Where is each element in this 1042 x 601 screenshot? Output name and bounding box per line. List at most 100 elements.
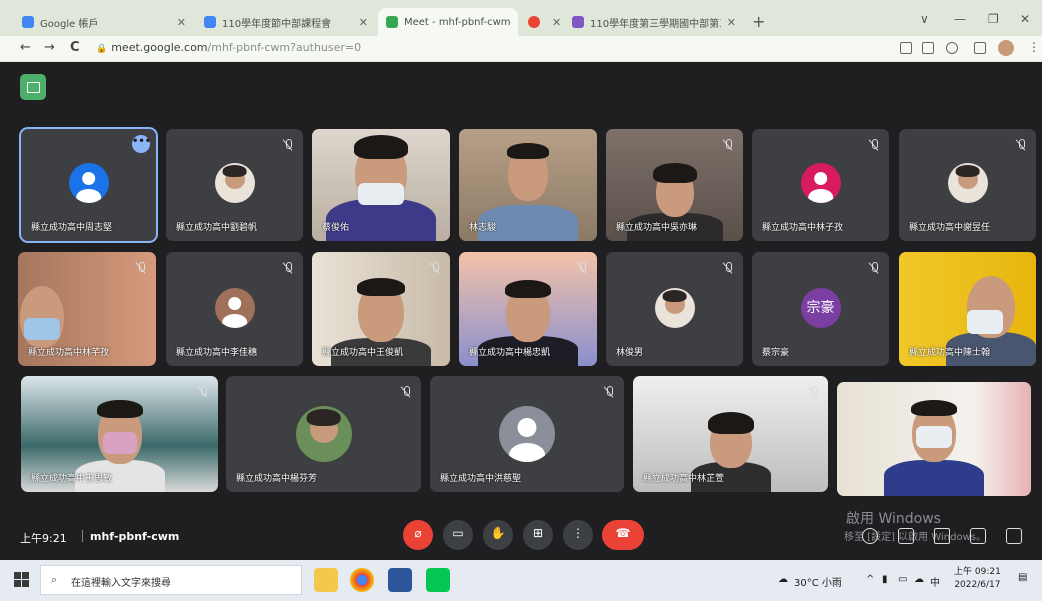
weather-icon[interactable]: ☁ [778, 574, 788, 585]
new-tab-button[interactable]: + [752, 12, 765, 31]
url-field[interactable]: 🔒 meet.google.com/mhf-pbnf-cwm?authuser=0 [96, 41, 361, 54]
line-icon[interactable] [426, 568, 450, 592]
show-hidden-icons[interactable]: ^ [866, 574, 874, 585]
camera-toggle-button[interactable]: ▭ [443, 520, 473, 550]
reload-button[interactable]: C [70, 40, 80, 55]
participant-tile[interactable]: 宗豪 蔡宗豪 [752, 252, 889, 366]
tab-meeting-sheet[interactable]: 110學年度第三學期國中部第三 ✕ [564, 8, 744, 36]
search-placeholder: 在這裡輸入文字來搜尋 [71, 578, 171, 589]
participant-tile[interactable]: 縣立成功高中楊忠凱 [459, 252, 597, 366]
camera-permission-icon[interactable] [900, 42, 912, 54]
forward-button[interactable]: → [44, 40, 55, 55]
close-tab-icon[interactable]: ✕ [359, 16, 368, 29]
taskbar-search-field[interactable]: ⌕ 在這裡輸入文字來搜尋 [40, 565, 302, 595]
participant-tile[interactable]: 縣立成功高中謝昱任 [899, 129, 1036, 241]
meeting-code: mhf-pbnf-cwm [90, 530, 180, 543]
mic-off-icon: ⌀ [414, 526, 422, 540]
avatar [214, 288, 255, 328]
share-icon[interactable] [922, 42, 934, 54]
raise-hand-button[interactable]: ✋ [483, 520, 513, 550]
bookmark-star-icon[interactable] [946, 42, 958, 54]
participant-name: 林志駿 [469, 223, 497, 233]
close-tab-icon[interactable]: ✕ [552, 16, 561, 29]
windows-start-icon[interactable] [14, 572, 30, 588]
avatar: 宗豪 [800, 288, 841, 328]
participant-name: 蔡宗豪 [762, 348, 790, 358]
meeting-details-icon[interactable] [20, 74, 46, 100]
present-button[interactable]: ⊞ [523, 520, 553, 550]
more-options-button[interactable]: ⋮ [563, 520, 593, 550]
participant-tile[interactable]: ••• 縣立成功高中周志堅 [19, 127, 158, 243]
participant-name: 縣立成功高中林芊孜 [28, 348, 110, 358]
camera-icon: ▭ [452, 526, 464, 540]
activities-icon[interactable] [970, 528, 986, 544]
more-vert-icon: ⋮ [572, 526, 584, 540]
back-button[interactable]: ← [20, 40, 31, 55]
tab-meet[interactable]: Meet - mhf-pbnf-cwm [378, 8, 518, 36]
profile-avatar[interactable] [998, 40, 1014, 56]
info-icon[interactable] [862, 528, 878, 544]
mic-toggle-button[interactable]: ⌀ [403, 520, 433, 550]
tab-course-doc[interactable]: 110學年度節中部課程會 ✕ [196, 8, 376, 36]
mic-off-icon [401, 386, 411, 398]
avatar [295, 406, 352, 462]
file-explorer-icon[interactable] [314, 568, 338, 592]
weather-status[interactable]: 30°C 小雨 [794, 574, 842, 589]
avatar [654, 288, 695, 328]
tab-title: Google 帳戶 [40, 18, 99, 30]
tab-search-icon[interactable]: ∨ [920, 12, 929, 26]
participant-tile[interactable]: 縣立成功高中劉碧帆 [166, 129, 303, 241]
tab-title: 110學年度節中部課程會 [222, 18, 332, 30]
chat-icon[interactable] [934, 528, 950, 544]
minimize-button[interactable]: — [954, 12, 966, 26]
google-favicon-icon [22, 16, 34, 28]
avatar [499, 406, 555, 462]
mic-tray-icon[interactable]: ▮ [882, 574, 888, 585]
participant-name: 縣立成功高中王思敏 [31, 474, 113, 484]
browser-menu-icon[interactable]: ⋮ [1028, 40, 1040, 54]
sidebar-icon[interactable] [974, 42, 986, 54]
participant-name: 林俊男 [616, 348, 644, 358]
cloud-icon[interactable]: ☁ [914, 574, 924, 585]
end-call-button[interactable]: ☎ [602, 520, 644, 550]
close-window-button[interactable]: ✕ [1020, 12, 1030, 26]
participant-tile[interactable]: 縣立成功高中林芊孜 [18, 252, 156, 366]
close-tab-icon[interactable]: ✕ [727, 16, 736, 29]
tab-recording[interactable]: ✕ [520, 8, 562, 36]
avatar [214, 163, 255, 203]
close-tab-icon[interactable]: ✕ [177, 16, 186, 29]
avatar [68, 163, 109, 203]
tab-google-account[interactable]: Google 帳戶 ✕ [14, 8, 194, 36]
maximize-button[interactable]: ❐ [988, 12, 999, 26]
participant-tile[interactable]: 林志駿 [459, 129, 597, 241]
ime-indicator[interactable]: 中 [930, 574, 940, 589]
tab-title: 110學年度第三學期國中部第三 [590, 18, 721, 30]
mic-off-icon [723, 139, 733, 151]
participant-tile[interactable]: 縣立成功高中王俊凱 [312, 252, 450, 366]
participant-tile[interactable]: 林俊男 [606, 252, 743, 366]
participant-tile[interactable] [837, 382, 1031, 496]
participant-tile[interactable]: 縣立成功高中吳亦琳 [606, 129, 743, 241]
participant-tile[interactable]: 縣立成功高中李佳穗 [166, 252, 303, 366]
participant-tile[interactable]: 縣立成功高中王思敏 [21, 376, 218, 492]
participant-name: 縣立成功高中李佳穗 [176, 348, 258, 358]
participant-tile[interactable]: 縣立成功高中楊芬芳 [226, 376, 421, 492]
notification-icon[interactable]: ▤ [1018, 572, 1027, 583]
participant-tile[interactable]: 縣立成功高中陳士翰 [899, 252, 1036, 366]
mic-off-icon [869, 262, 879, 274]
participant-name: 縣立成功高中吳亦琳 [616, 223, 698, 233]
participant-name: 縣立成功高中劉碧帆 [176, 223, 258, 233]
tray-time: 上午 09:21 [954, 567, 1001, 577]
people-icon[interactable] [898, 528, 914, 544]
network-icon[interactable]: ▭ [898, 574, 907, 585]
participant-tile[interactable]: 蔡俊佑 [312, 129, 450, 241]
participant-tile[interactable]: 縣立成功高中林芷萱 [633, 376, 828, 492]
word-icon[interactable] [388, 568, 412, 592]
chrome-icon[interactable] [350, 568, 374, 592]
participant-tile[interactable]: 縣立成功高中林子孜 [752, 129, 889, 241]
more-options-icon[interactable]: ••• [132, 135, 151, 153]
taskbar-clock[interactable]: 上午 09:21 2022/6/17 [954, 566, 1001, 592]
participant-tile[interactable]: 縣立成功高中洪慈聖 [430, 376, 624, 492]
address-bar: ← → C 🔒 meet.google.com/mhf-pbnf-cwm?auth… [0, 36, 1042, 62]
lock-icon[interactable] [1006, 528, 1022, 544]
